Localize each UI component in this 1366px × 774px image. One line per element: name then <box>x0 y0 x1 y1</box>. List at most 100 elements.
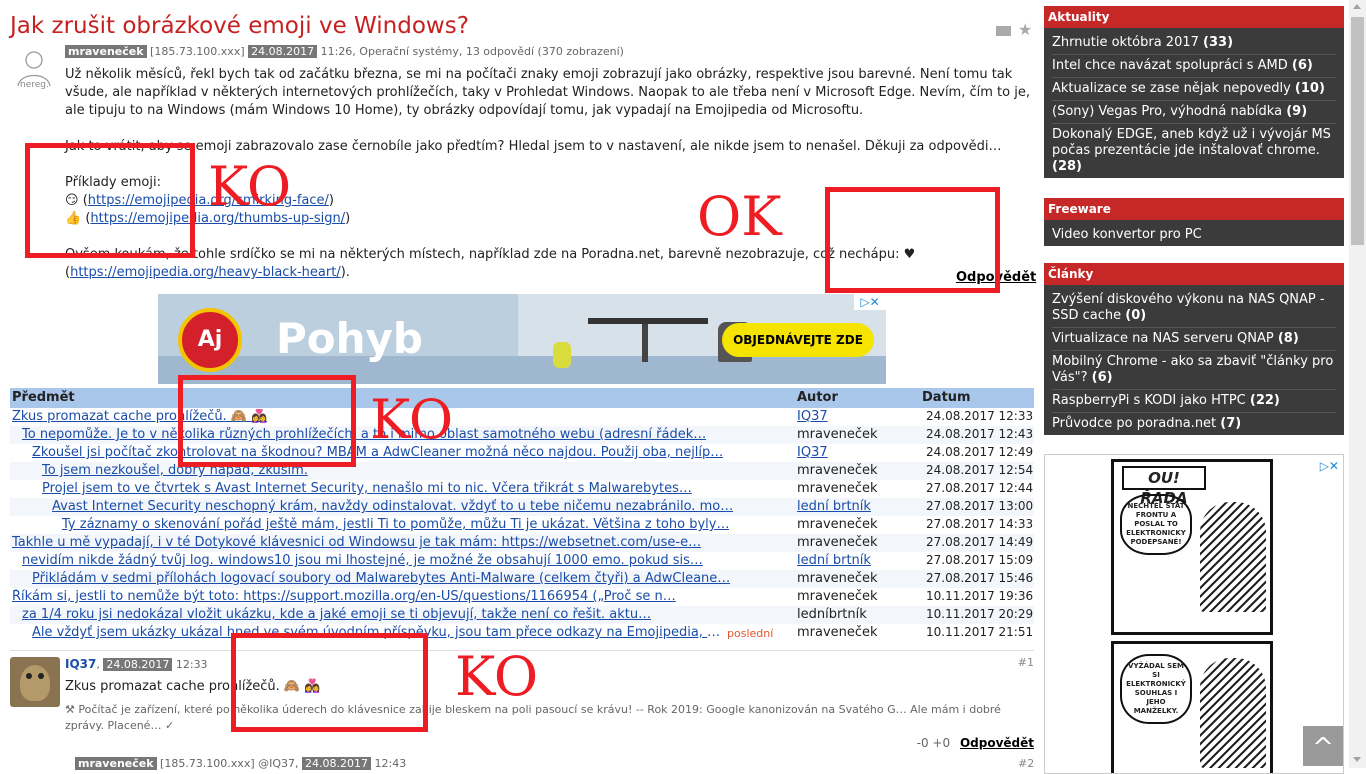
thread-row-subject[interactable]: Ty záznamy o skenování pořád ještě mám, … <box>62 517 729 532</box>
thread-row: nevidím nikde žádný tvůj log. windows10 … <box>10 552 1034 570</box>
scroll-down-arrow-icon[interactable] <box>1353 757 1361 762</box>
thread-row-subject[interactable]: Takhle u mě vypadají, i v té Dotykové kl… <box>12 535 701 550</box>
thread-row: Ty záznamy o skenování pořád ještě mám, … <box>10 516 1034 534</box>
thread-row-author: mraveneček <box>797 625 878 640</box>
thread-row-author[interactable]: lední brtník <box>797 553 871 568</box>
thread-row-author[interactable]: lední brtník <box>797 499 871 514</box>
sidebar-clanky-title[interactable]: Články <box>1044 263 1344 285</box>
reply-1-time: 12:33 <box>175 658 208 671</box>
post-meta: mraveneček [185.73.100.xxx] 24.08.2017 1… <box>65 45 624 58</box>
column-author: Autor <box>797 390 838 405</box>
thread-row: Projel jsem to ve čtvrtek s Avast Intern… <box>10 480 1034 498</box>
sidebar-item[interactable]: (Sony) Vegas Pro, výhodná nabídka (9) <box>1052 101 1336 124</box>
sidebar-item-count: (9) <box>1286 104 1308 119</box>
sidebar-freeware: Freeware Video konvertor pro PC <box>1044 198 1344 246</box>
thread-row-author: mraveneček <box>797 589 878 604</box>
thread-row-author: mraveneček <box>797 427 878 442</box>
thread-row-subject[interactable]: Přikládám v sedmi přílohách logovací sou… <box>32 571 730 586</box>
sidebar-item[interactable]: Video konvertor pro PC <box>1052 224 1336 246</box>
sidebar-item-text: Video konvertor pro PC <box>1052 227 1202 242</box>
thread-row-author: ledníbrtník <box>797 607 867 622</box>
thread-row-date: 27.08.2017 12:44 <box>926 481 1034 495</box>
adchoices-icon[interactable]: ▷✕ <box>854 294 886 310</box>
thread-row-date: 27.08.2017 15:46 <box>926 571 1034 585</box>
thread-row-author[interactable]: IQ37 <box>797 409 828 424</box>
sidebar-item[interactable]: Virtualizace na NAS serveru QNAP (8) <box>1052 328 1336 351</box>
comic-figure-2 <box>1200 658 1266 768</box>
last-post-tag: poslední <box>727 627 774 640</box>
reply-2-author: mraveneček <box>75 757 157 770</box>
scroll-up-arrow-icon[interactable] <box>1353 4 1361 9</box>
meerkat-left-eye <box>26 673 32 679</box>
sidebar-item[interactable]: Intel chce navázat spolupráci s AMD (6) <box>1052 55 1336 78</box>
thread-row: To nepomůže. Je to v několika různých pr… <box>10 426 1034 444</box>
ad-headline: Pohyb <box>276 314 423 363</box>
ad-banner[interactable]: Aj Pohyb OBJEDNÁVEJTE ZDE ▷✕ <box>158 294 886 384</box>
heart-link[interactable]: https://emojipedia.org/heavy-black-heart… <box>70 265 341 280</box>
sidebar-item[interactable]: Průvodce po poradna.net (7) <box>1052 413 1336 435</box>
ad-desk-leg <box>642 324 648 362</box>
sidebar-freeware-title[interactable]: Freeware <box>1044 198 1344 220</box>
post-date: 24.08.2017 <box>248 45 318 58</box>
annotation-label-ko-2: KO <box>370 388 454 451</box>
comic-adchoices-icon[interactable]: ▷✕ <box>1320 459 1339 473</box>
thread-row-author: mraveneček <box>797 535 878 550</box>
thread-row-date: 10.11.2017 19:36 <box>926 589 1034 603</box>
sidebar-item-count: (28) <box>1052 159 1082 174</box>
comic-title: OU! ŘADA <box>1122 466 1206 507</box>
sidebar-item[interactable]: Aktualizace se zase nějak nepovedly (10) <box>1052 78 1336 101</box>
sidebar-item[interactable]: Zvýšení diskového výkonu na NAS QNAP - S… <box>1052 289 1336 328</box>
annotation-box-ko-3 <box>231 633 428 732</box>
sidebar-item-text: Intel chce navázat spolupráci s AMD <box>1052 58 1288 73</box>
sidebar-item[interactable]: RaspberryPi s KODI jako HTPC (22) <box>1052 390 1336 413</box>
ad-order-button[interactable]: OBJEDNÁVEJTE ZDE <box>722 323 874 357</box>
reply-1-meta: IQ37, 24.08.2017 12:33 <box>65 657 208 671</box>
post-paragraph-2: Jak to vrátit, aby se emoji zabrazovalo … <box>65 139 1002 154</box>
thread-row: Avast Internet Security neschopný krám, … <box>10 498 1034 516</box>
unregistered-label: nereg. <box>20 80 49 90</box>
back-to-top-button[interactable]: ^ <box>1303 726 1343 766</box>
reply-2-number[interactable]: #2 <box>1018 757 1034 770</box>
thread-row-author[interactable]: IQ37 <box>797 445 828 460</box>
thread-row-subject[interactable]: Říkám si, jestli to nemůže být toto: htt… <box>12 589 676 604</box>
annotation-box-ko-2 <box>178 375 356 467</box>
page-scrollbar[interactable] <box>1349 0 1366 768</box>
thread-row: Zkoušel jsi počítač zkontrolovat na škod… <box>10 444 1034 462</box>
thread-row-date: 27.08.2017 13:00 <box>926 499 1034 513</box>
thread-row: Přikládám v sedmi přílohách logovací sou… <box>10 570 1034 588</box>
thread-row-subject[interactable]: Avast Internet Security neschopný krám, … <box>52 499 733 514</box>
thread-row-date: 24.08.2017 12:49 <box>926 445 1034 459</box>
sidebar-item[interactable]: Dokonalý EDGE, aneb když už i vývojár MS… <box>1052 124 1336 178</box>
comic-figure-1 <box>1200 502 1266 612</box>
ad-stool <box>553 342 571 368</box>
thread-row-subject[interactable]: za 1/4 roku jsi nedokázal vložit ukázku,… <box>22 607 651 622</box>
post-author: mraveneček <box>65 45 147 58</box>
thread-row-subject[interactable]: Projel jsem to ve čtvrtek s Avast Intern… <box>42 481 692 496</box>
comic-panel-1: OU! ŘADA NECHTĚL STÁT FRONTU A POSLAL TO… <box>1111 459 1273 635</box>
sidebar-aktuality: Aktuality Zhrnutie októbra 2017 (33) Inte… <box>1044 6 1344 178</box>
annotation-box-ok <box>825 187 1000 293</box>
thread-row: To jsem nezkoušel, dobrý nápad, zkusím. m… <box>10 462 1034 480</box>
vote-buttons[interactable]: -0 +0 <box>917 736 950 750</box>
reply-1-reply-button[interactable]: Odpovědět <box>960 736 1034 750</box>
sidebar-aktuality-title[interactable]: Aktuality <box>1044 6 1344 28</box>
mail-icon[interactable] <box>996 26 1011 36</box>
reply-1-number[interactable]: #1 <box>1018 656 1034 669</box>
meerkat-right-eye <box>38 673 44 679</box>
thread-row-date: 27.08.2017 14:33 <box>926 517 1034 531</box>
thread-row-subject[interactable]: nevidím nikde žádný tvůj log. windows10 … <box>22 553 703 568</box>
star-icon[interactable]: ★ <box>1018 20 1032 39</box>
thread-row-date: 24.08.2017 12:54 <box>926 463 1034 477</box>
comic-ad[interactable]: ▷✕ OU! ŘADA NECHTĚL STÁT FRONTU A POSLAL… <box>1044 454 1344 774</box>
sidebar: Aktuality Zhrnutie októbra 2017 (33) Inte… <box>1044 6 1344 774</box>
sidebar-item-count: (7) <box>1220 416 1242 431</box>
meerkat-avatar-icon <box>10 657 60 707</box>
thread-row: Takhle u mě vypadají, i v té Dotykové kl… <box>10 534 1034 552</box>
thread-row-subject[interactable]: To nepomůže. Je to v několika různých pr… <box>22 427 706 442</box>
annotation-box-ko-1 <box>25 143 195 258</box>
reply-1-author[interactable]: IQ37 <box>65 657 96 671</box>
sidebar-item[interactable]: Zhrnutie októbra 2017 (33) <box>1052 32 1336 55</box>
scroll-thumb[interactable] <box>1351 17 1364 245</box>
thread-row-date: 27.08.2017 15:09 <box>926 553 1034 567</box>
sidebar-item[interactable]: Mobilný Chrome - ako sa zbaviť "články p… <box>1052 351 1336 390</box>
